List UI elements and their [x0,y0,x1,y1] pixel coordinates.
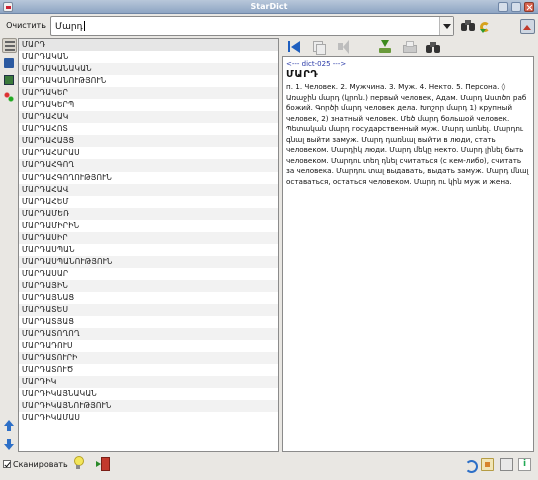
dict-name: <--- dict-025 ---> [286,60,347,68]
search-button[interactable] [460,18,476,34]
scan-checkbox[interactable] [3,460,11,468]
search-input[interactable]: Մարդ [50,16,454,36]
title-bar: StarDict [0,0,538,14]
list-item[interactable]: ՄԱՐԴԻԿԱՅՆՈՒԹՅՈՒՆ [19,400,278,413]
list-item[interactable]: ՄԱՐԴԱԿԱՆՈՒԹՅՈՒՆ [19,75,278,87]
list-item[interactable]: ՄԱՐԴԱԿԱՆԱԿԱՆ [19,63,278,76]
copy-icon[interactable] [312,40,326,55]
list-item[interactable]: ՄԱՐԴԱՍԻՐ [19,231,278,244]
binoculars-icon [461,20,475,31]
list-item[interactable]: ՄԱՐԴԱՀԱՐԱՍ [19,147,278,159]
list-item[interactable]: ՄԱՐԴԻԿԱՅՆԱԿԱՆ [19,388,278,400]
list-item[interactable]: ՄԱՐԴԱՍՊԱՆՈՒԹՅՈՒՆ [19,255,278,268]
dict-manager-icon[interactable] [481,458,494,471]
list-item[interactable]: ՄԱՐԴԱՅԻՆ [19,279,278,292]
main-menu-icon[interactable] [519,18,535,34]
list-item[interactable]: ՄԱՐԴԱԿԵՐՊ [19,99,278,111]
list-item[interactable]: ՄԱՐԴԱՍՊԱՆ [19,244,278,256]
word-list-icon[interactable] [2,38,17,53]
list-item[interactable]: ՄԱՐԴԱՏՈՒԾ [19,364,278,376]
list-item[interactable]: ՄԱՐԴԱՀԳՈՂՈՒԹՅՈՒՆ [19,172,278,184]
list-item[interactable]: ՄԱՐԴԱՏՅԱՑ [19,316,278,328]
minimize-button[interactable] [498,2,508,12]
list-item[interactable]: ՄԱՐԴԱԿԵՐ [19,87,278,100]
list-item[interactable]: ՄԱՐԴԱՀՈՏ [19,123,278,135]
scan-label[interactable]: Сканировать [13,460,68,469]
definition-text: п. 1. Человек. 2. Мужчина. 3. Муж. 4. Не… [286,82,529,186]
print-icon[interactable] [402,40,417,54]
list-item[interactable]: ՄԱՐԴԱՏՈՂՈՂ [19,328,278,341]
list-item[interactable]: ՄԱՐԴԱՀԱԿ [19,111,278,124]
word-list[interactable]: ՄԱՐԴ ՄԱՐԴԱԿԱՆ ՄԱՐԴԱԿԱՆԱԿԱՆ ՄԱՐԴԱԿԱՆՈՒԹՅՈՒՆ Մ… [18,38,279,452]
speak-icon[interactable] [337,40,351,54]
preferences-icon[interactable] [500,458,513,471]
close-button[interactable] [524,2,534,12]
dict-icon[interactable] [2,56,17,71]
list-item[interactable]: ՄԱՐԴԱՅՆԱՑ [19,292,278,304]
refresh-icon[interactable] [464,458,478,473]
list-item[interactable]: ՄԱՐԴԱՏՈՒՐԻ [19,352,278,365]
dropdown-arrow-icon[interactable] [439,17,453,35]
list-item[interactable]: ՄԱՐԴԱՀԳՈՂ [19,159,278,172]
list-item[interactable]: ՄԱՐԴԱՀԵՄ [19,196,278,208]
list-item[interactable]: ՄԱՐԴԻԿ [19,376,278,389]
bulb-icon[interactable] [73,456,84,470]
tree-icon[interactable] [2,90,17,105]
list-item[interactable]: ՄԱՐԴԱՄԵՌ [19,207,278,220]
binoculars-icon [426,42,440,53]
scroll-down-icon[interactable] [4,439,14,450]
save-icon[interactable] [378,40,392,54]
back-icon[interactable] [288,40,302,54]
search-text: Մարդ [55,21,85,32]
quit-icon[interactable] [96,456,110,471]
list-item[interactable]: ՄԱՐԴԱՄԻՐԻՆ [19,220,278,232]
pronounce-icon[interactable] [478,18,494,34]
maximize-button[interactable] [511,2,521,12]
headword: ՄԱՐԴ [286,69,319,80]
list-item[interactable]: ՄԱՐԴԱՀԱՎ [19,183,278,196]
about-icon[interactable] [518,458,531,471]
list-item[interactable]: ՄԱՐԴ [19,39,278,52]
list-item[interactable]: ՄԱՐԴԱԴՈՒՍ [19,340,278,352]
search-in-def-button[interactable] [426,40,440,54]
definition-toolbar [282,38,534,56]
window-title: StarDict [250,2,288,11]
scroll-up-icon[interactable] [4,420,14,431]
clear-button[interactable]: Очистить [4,18,48,34]
list-item[interactable]: ՄԱՐԴԱՏԵՍ [19,304,278,317]
definition-pane[interactable]: <--- dict-025 ---> ՄԱՐԴ п. 1. Человек. 2… [282,56,534,452]
list-item[interactable]: ՄԱՐԴԱՀԱՅՑ [19,135,278,148]
list-item[interactable]: ՄԱՐԴԻԿԱՄԱՍ [19,412,278,424]
list-item[interactable]: ՄԱՐԴԱՍԱՐ [19,268,278,280]
list-item[interactable]: ՄԱՐԴԱԿԱՆ [19,51,278,63]
dict-manage-icon[interactable] [2,73,17,88]
